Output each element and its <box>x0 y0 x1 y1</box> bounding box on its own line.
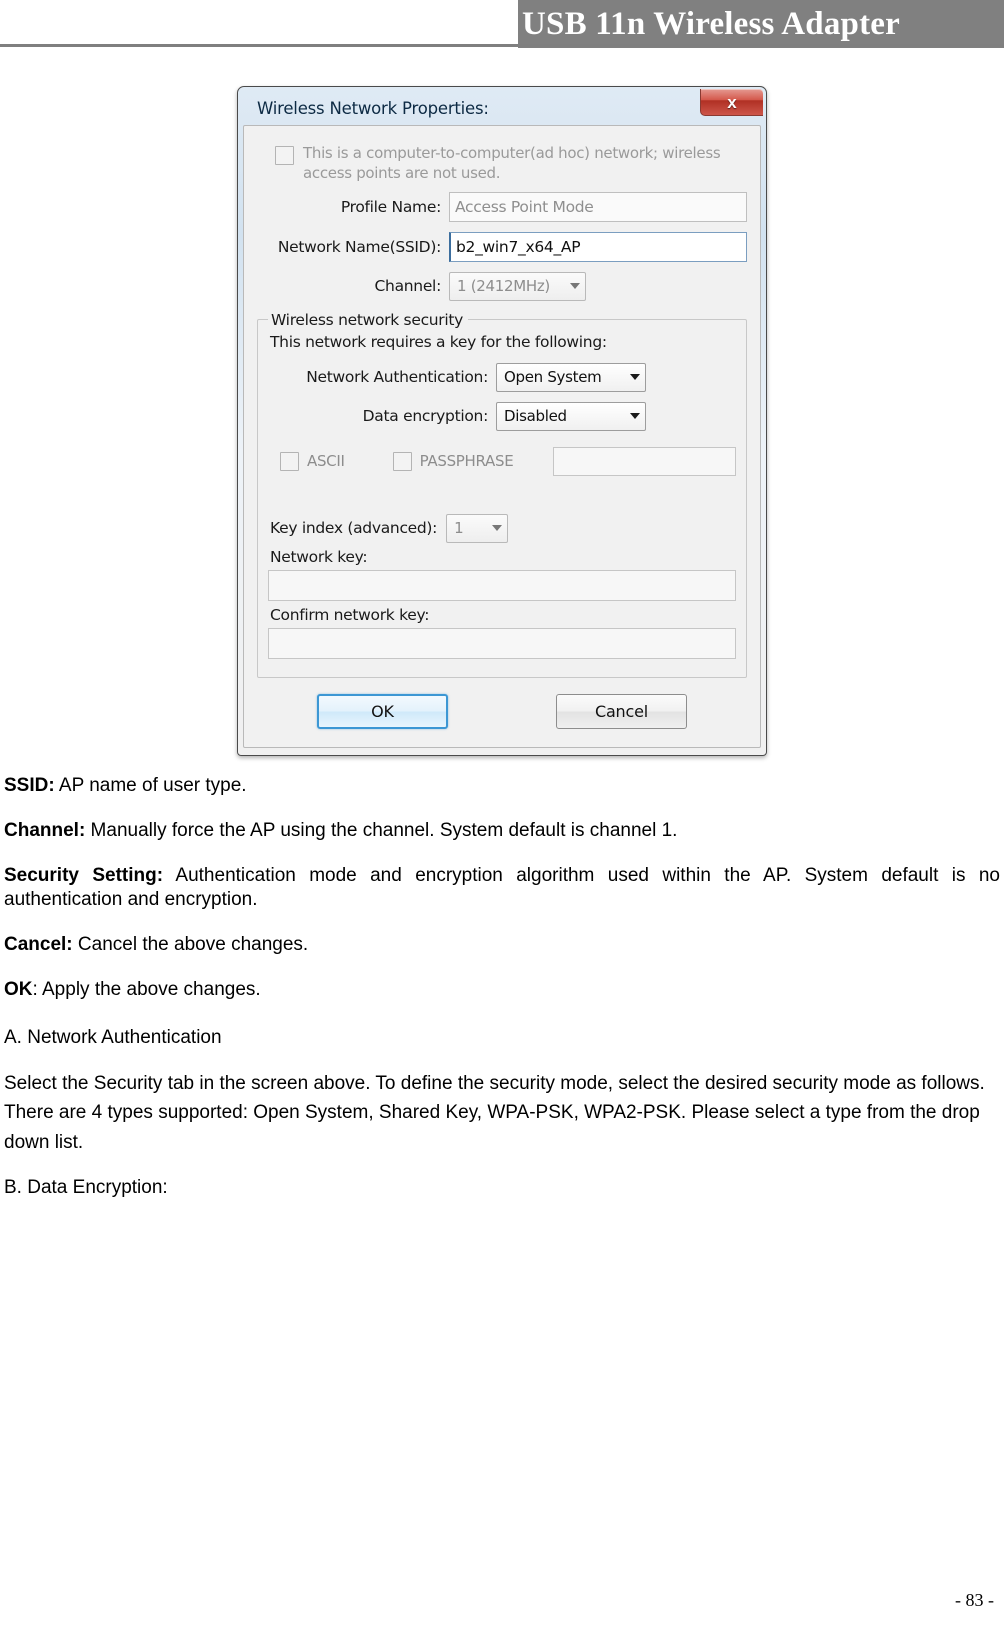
chevron-down-icon <box>630 413 640 420</box>
cancel-paragraph: Cancel: Cancel the above changes. <box>4 933 1000 957</box>
ssid-row: Network Name(SSID): b2_win7_x64_AP <box>257 231 747 262</box>
ssid-paragraph: SSID: AP name of user type. <box>4 774 1000 798</box>
data-encryption-value: Disabled <box>504 407 567 426</box>
network-authentication-value: Open System <box>504 368 602 387</box>
page-header: USB 11n Wireless Adapter <box>0 0 1004 48</box>
network-authentication-select[interactable]: Open System <box>496 362 646 392</box>
channel-label: Channel: <box>374 277 442 296</box>
profile-name-input[interactable]: Access Point Mode <box>449 191 747 222</box>
data-encryption-select[interactable]: Disabled <box>496 401 646 431</box>
channel-select[interactable]: 1 (2412MHz) <box>449 271 586 301</box>
network-authentication-row: Network Authentication: Open System <box>268 362 736 392</box>
dialog-screenshot: Wireless Network Properties: x This is a… <box>0 86 1004 756</box>
confirm-network-key-label: Confirm network key: <box>270 605 430 624</box>
security-intro-text: This network requires a key for the foll… <box>270 332 607 351</box>
profile-name-row: Profile Name: Access Point Mode <box>257 191 747 222</box>
ok-description: : Apply the above changes. <box>32 979 261 1001</box>
adhoc-checkbox[interactable] <box>275 146 294 165</box>
section-a-body: Select the Security tab in the screen ab… <box>4 1072 985 1153</box>
chevron-down-icon <box>570 283 580 290</box>
passphrase-checkbox[interactable] <box>392 451 412 471</box>
close-icon: x <box>727 92 737 112</box>
dialog-button-row: OK Cancel <box>257 678 747 735</box>
cancel-term: Cancel: <box>4 934 73 956</box>
data-encryption-row: Data encryption: Disabled <box>268 401 736 431</box>
ascii-checkbox[interactable] <box>280 451 299 471</box>
document-content: SSID: AP name of user type. Channel: Man… <box>0 756 1004 1203</box>
channel-description: Manually force the AP using the channel.… <box>85 819 678 841</box>
adhoc-network-option[interactable]: This is a computer-to-computer(ad hoc) n… <box>257 140 747 192</box>
key-index-label: Key index (advanced): <box>270 519 438 538</box>
adhoc-label: This is a computer-to-computer(ad hoc) n… <box>303 144 721 182</box>
key-value-input[interactable] <box>553 446 736 476</box>
section-a-heading: A. Network Authentication <box>4 1027 222 1049</box>
data-encryption-label: Data encryption: <box>362 407 489 426</box>
dialog-body: This is a computer-to-computer(ad hoc) n… <box>243 125 761 748</box>
passphrase-label: PASSPHRASE <box>419 452 514 471</box>
passphrase-option[interactable]: PASSPHRASE <box>385 451 514 471</box>
network-authentication-label: Network Authentication: <box>306 368 488 387</box>
ascii-label: ASCII <box>307 452 345 471</box>
ascii-option[interactable]: ASCII <box>272 451 345 471</box>
wireless-network-properties-dialog: Wireless Network Properties: x This is a… <box>237 86 767 756</box>
confirm-network-key-input[interactable] <box>268 627 736 659</box>
section-b-heading: B. Data Encryption: <box>4 1177 168 1199</box>
page-number: - 83 - <box>955 1590 994 1610</box>
key-format-row: ASCII PASSPHRASE <box>272 446 736 476</box>
channel-value: 1 (2412MHz) <box>457 277 550 296</box>
page-title: USB 11n Wireless Adapter <box>522 5 900 42</box>
channel-paragraph: Channel: Manually force the AP using the… <box>4 819 1000 843</box>
ok-button[interactable]: OK <box>317 693 448 729</box>
security-group-legend: Wireless network security <box>271 310 464 329</box>
channel-row: Channel: 1 (2412MHz) <box>257 271 747 301</box>
key-index-value: 1 <box>454 519 464 538</box>
network-key-label: Network key: <box>270 547 368 566</box>
cancel-description: Cancel the above changes. <box>72 934 309 956</box>
chevron-down-icon <box>492 525 503 532</box>
profile-name-label: Profile Name: <box>340 197 441 216</box>
security-setting-term: Security Setting: <box>4 864 164 886</box>
ssid-input[interactable]: b2_win7_x64_AP <box>449 231 747 262</box>
channel-term: Channel: <box>4 819 86 841</box>
key-index-select[interactable]: 1 <box>446 513 509 543</box>
dialog-title: Wireless Network Properties: <box>257 98 489 118</box>
ok-term: OK <box>4 979 33 1001</box>
network-key-input[interactable] <box>268 569 736 601</box>
security-setting-paragraph: Security Setting: Authentication mode an… <box>4 864 1000 912</box>
header-band: USB 11n Wireless Adapter <box>518 0 1004 48</box>
ssid-label: Network Name(SSID): <box>277 237 441 256</box>
key-index-row: Key index (advanced): 1 <box>270 513 736 543</box>
dialog-titlebar: Wireless Network Properties: x <box>243 89 763 125</box>
chevron-down-icon <box>630 374 640 381</box>
header-divider <box>0 44 1004 47</box>
ssid-term: SSID: <box>4 774 55 796</box>
ok-paragraph: OK: Apply the above changes. <box>4 978 1000 1002</box>
close-button[interactable]: x <box>700 89 763 116</box>
cancel-button[interactable]: Cancel <box>556 693 687 729</box>
wireless-network-security-group: Wireless network security This network r… <box>257 310 747 678</box>
ssid-description: AP name of user type. <box>54 774 247 796</box>
